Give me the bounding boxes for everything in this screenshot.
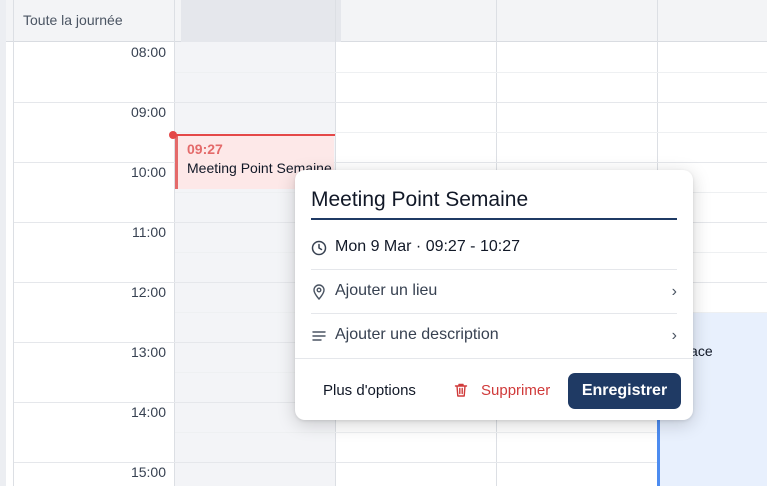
time-label-1100: 11:00	[132, 224, 166, 240]
delete-label: Supprimer	[481, 382, 551, 399]
add-location-label: Ajouter un lieu	[335, 282, 438, 299]
time-label-1500: 15:00	[130, 464, 166, 480]
grid-hline	[14, 162, 767, 163]
event-datetime-row[interactable]: Mon 9 Mar · 09:27 - 10:27	[311, 227, 677, 270]
add-description-row[interactable]: Ajouter une description ›	[311, 315, 677, 358]
add-location-row[interactable]: Ajouter un lieu ›	[311, 271, 677, 314]
description-lines-icon	[312, 331, 326, 341]
event-time: 09:27	[187, 141, 223, 157]
trash-icon	[454, 383, 468, 397]
location-pin-icon	[313, 284, 325, 300]
time-label-0900: 09:00	[130, 104, 166, 120]
current-time-line	[175, 134, 335, 136]
all-day-selected-cell[interactable]	[181, 0, 341, 42]
chevron-right-icon: ›	[671, 327, 677, 344]
grid-hline	[14, 102, 767, 103]
event-edit-popup: Meeting Point Semaine Mon 9 Mar · 09:27 …	[295, 170, 693, 420]
all-day-row: Toute la journée	[6, 0, 767, 42]
popup-footer-divider	[295, 358, 693, 359]
time-label-1400: 14:00	[130, 404, 166, 420]
clock-icon	[311, 240, 327, 256]
time-label-0800: 08:00	[130, 44, 166, 60]
add-description-label: Ajouter une description	[335, 326, 499, 343]
current-time-dot	[169, 131, 177, 139]
time-label-1300: 13:00	[130, 344, 166, 360]
all-day-label: Toute la journée	[23, 12, 123, 28]
left-edge-strip	[0, 0, 6, 486]
event-datetime: Mon 9 Mar · 09:27 - 10:27	[335, 238, 520, 255]
time-label-1000: 10:00	[130, 164, 166, 180]
more-options-button[interactable]: Plus d'options	[323, 382, 416, 399]
grid-vline	[13, 0, 14, 486]
grid-hline	[14, 462, 767, 463]
grid-hline-half	[175, 72, 767, 73]
time-label-1200: 12:00	[130, 284, 166, 300]
grid-hline-half	[175, 132, 767, 133]
event-title-input[interactable]: Meeting Point Semaine	[311, 186, 677, 220]
save-button[interactable]: Enregistrer	[568, 373, 681, 409]
chevron-right-icon: ›	[671, 283, 677, 300]
